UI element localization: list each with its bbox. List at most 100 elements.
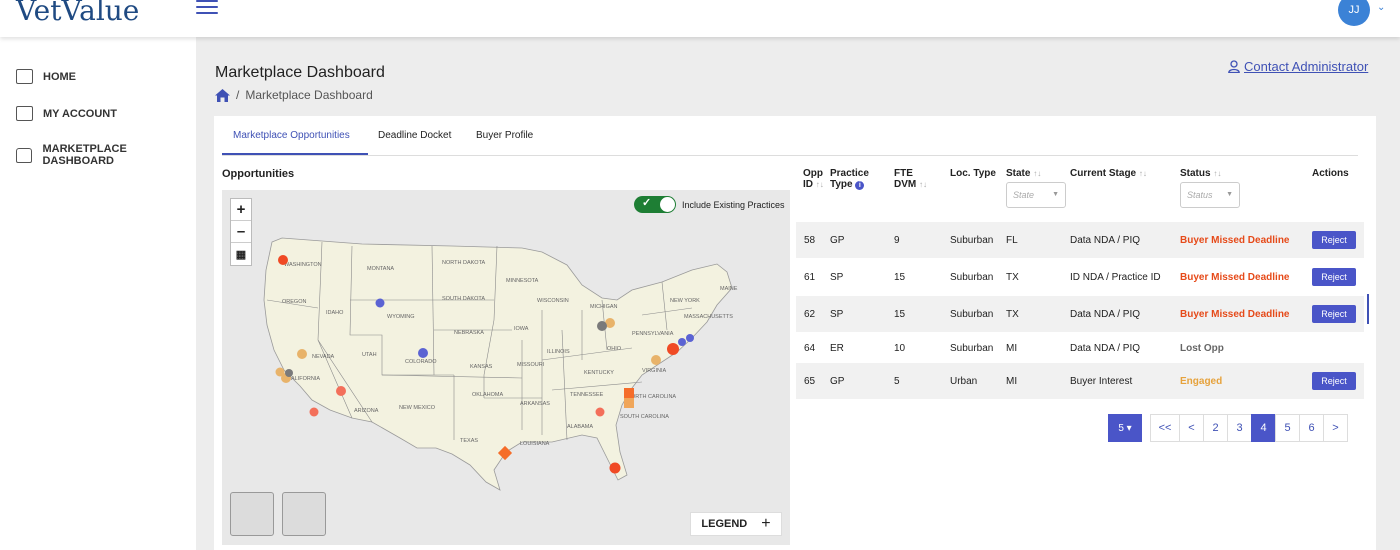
- user-avatar[interactable]: JJ: [1338, 0, 1370, 26]
- zoom-out-button[interactable]: –: [231, 221, 251, 243]
- state-label: COLORADO: [405, 359, 437, 365]
- column-header-practice-type[interactable]: Practice Type i: [830, 168, 876, 190]
- home-icon[interactable]: [215, 88, 230, 102]
- page-button[interactable]: 3: [1227, 414, 1252, 442]
- table-row[interactable]: 62 SP 15 Suburban TX Data NDA / PIQ Buye…: [796, 296, 1364, 332]
- sidebar-item-home[interactable]: HOME: [16, 69, 76, 84]
- map-marker: [624, 398, 634, 408]
- state-label: NEBRASKA: [454, 330, 484, 336]
- column-header-current-stage[interactable]: Current Stage ↑↓: [1070, 168, 1147, 179]
- tab-bar: Marketplace Opportunities Deadline Docke…: [222, 116, 1358, 156]
- state-label: WISCONSIN: [537, 298, 569, 304]
- state-label: ALABAMA: [567, 424, 593, 430]
- state-label: OREGON: [282, 299, 306, 305]
- column-header-status[interactable]: Status ↑↓: [1180, 168, 1221, 179]
- state-label: NORTH DAKOTA: [442, 260, 486, 266]
- page-button[interactable]: 2: [1203, 414, 1228, 442]
- map-marker: [595, 407, 605, 417]
- state-label: VIRGINIA: [642, 368, 666, 374]
- state-label: MONTANA: [367, 266, 394, 272]
- menu-toggle-icon[interactable]: [196, 0, 218, 14]
- pagination: << < 2 3 4 5 6 >: [1150, 414, 1348, 442]
- tab-deadline-docket[interactable]: Deadline Docket: [378, 130, 451, 141]
- hawaii-inset[interactable]: [282, 492, 326, 536]
- status-badge: Engaged: [1180, 375, 1223, 387]
- legend-button[interactable]: LEGEND +: [690, 512, 782, 536]
- reject-button[interactable]: Reject: [1312, 305, 1356, 323]
- state-label: SOUTH DAKOTA: [442, 296, 485, 302]
- page-first-button[interactable]: <<: [1150, 414, 1180, 442]
- active-tab-indicator: [222, 153, 368, 155]
- column-header-state[interactable]: State ↑↓: [1006, 168, 1041, 179]
- state-label: LOUISIANA: [520, 441, 550, 447]
- chevron-down-icon[interactable]: ⌄: [1377, 2, 1385, 13]
- tab-marketplace-opportunities[interactable]: Marketplace Opportunities: [233, 130, 350, 141]
- status-badge: Buyer Missed Deadline: [1180, 271, 1290, 283]
- status-badge: Buyer Missed Deadline: [1180, 234, 1290, 246]
- page-size-select[interactable]: 5 ▾: [1108, 414, 1142, 442]
- page-prev-button[interactable]: <: [1179, 414, 1204, 442]
- map-marker: [309, 407, 319, 417]
- table-scrollbar[interactable]: [1367, 294, 1369, 324]
- reject-button[interactable]: Reject: [1312, 231, 1356, 249]
- page-next-button[interactable]: >: [1323, 414, 1348, 442]
- table-row[interactable]: 64 ER 10 Suburban MI Data NDA / PIQ Lost…: [796, 333, 1364, 363]
- state-label: OKLAHOMA: [472, 392, 504, 398]
- content-card: Marketplace Opportunities Deadline Docke…: [214, 116, 1376, 550]
- sidebar-item-my-account[interactable]: MY ACCOUNT: [16, 106, 117, 121]
- state-label: MAINE: [720, 286, 738, 292]
- id-card-icon: [16, 106, 33, 121]
- user-icon: [1228, 60, 1240, 73]
- chevron-down-icon: ▼: [1226, 191, 1233, 198]
- state-label: OHIO: [607, 346, 622, 352]
- reject-button[interactable]: Reject: [1312, 268, 1356, 286]
- page-button-active[interactable]: 4: [1251, 414, 1276, 442]
- page-button[interactable]: 6: [1299, 414, 1324, 442]
- include-existing-toggle-group: ✓ Include Existing Practices: [634, 196, 785, 213]
- map-marker: [285, 369, 293, 377]
- alaska-inset[interactable]: [230, 492, 274, 536]
- column-header-loc-type[interactable]: Loc. Type: [950, 168, 996, 179]
- fullscreen-icon[interactable]: ▦: [231, 243, 251, 265]
- state-filter-select[interactable]: State ▼: [1006, 182, 1066, 208]
- info-icon[interactable]: i: [855, 181, 865, 190]
- table-row[interactable]: 58 GP 9 Suburban FL Data NDA / PIQ Buyer…: [796, 222, 1364, 258]
- map-marker: [678, 338, 686, 346]
- sidebar-item-marketplace-dashboard[interactable]: MARKETPLACE DASHBOARD: [16, 143, 196, 167]
- column-header-fte-dvm[interactable]: FTE DVM ↑↓: [894, 168, 934, 190]
- column-header-opp-id[interactable]: Opp ID ↑↓: [803, 168, 829, 190]
- us-landmass: [263, 237, 733, 491]
- contact-administrator-link[interactable]: Contact Administrator: [1228, 59, 1368, 74]
- status-filter-select[interactable]: Status ▼: [1180, 182, 1240, 208]
- map-marker: [418, 348, 428, 358]
- map-marker: [597, 321, 607, 331]
- chevron-down-icon: ▼: [1052, 191, 1059, 198]
- state-label: KENTUCKY: [584, 370, 614, 376]
- table-row[interactable]: 65 GP 5 Urban MI Buyer Interest Engaged …: [796, 363, 1364, 399]
- box-icon: [16, 147, 33, 163]
- state-label: NEW MEXICO: [399, 405, 436, 411]
- status-badge: Buyer Missed Deadline: [1180, 308, 1290, 320]
- monitor-icon: [16, 69, 33, 84]
- opportunities-map[interactable]: WASHINGTON MONTANA NORTH DAKOTA MINNESOT…: [222, 190, 790, 545]
- include-existing-toggle[interactable]: ✓: [634, 196, 676, 213]
- zoom-in-button[interactable]: +: [231, 199, 251, 221]
- page-button[interactable]: 5: [1275, 414, 1300, 442]
- sort-icon: ↑↓: [1213, 169, 1222, 178]
- map-marker: [624, 388, 634, 398]
- reject-button[interactable]: Reject: [1312, 372, 1356, 390]
- opportunities-heading: Opportunities: [222, 168, 295, 180]
- app-logo[interactable]: VetValue: [16, 0, 139, 27]
- toggle-label: Include Existing Practices: [682, 199, 785, 210]
- state-label: IOWA: [514, 326, 529, 332]
- state-label: PENNSYLVANIA: [632, 331, 674, 337]
- map-marker: [609, 462, 621, 474]
- sidebar-item-label: HOME: [43, 70, 76, 83]
- tab-buyer-profile[interactable]: Buyer Profile: [476, 130, 533, 141]
- sort-icon: ↑↓: [815, 180, 824, 189]
- state-label: NORTH CAROLINA: [627, 394, 676, 400]
- state-label: MINNESOTA: [506, 278, 539, 284]
- table-row[interactable]: 61 SP 15 Suburban TX ID NDA / Practice I…: [796, 259, 1364, 295]
- sidebar: HOME MY ACCOUNT MARKETPLACE DASHBOARD: [0, 37, 196, 550]
- state-label: KANSAS: [470, 364, 493, 370]
